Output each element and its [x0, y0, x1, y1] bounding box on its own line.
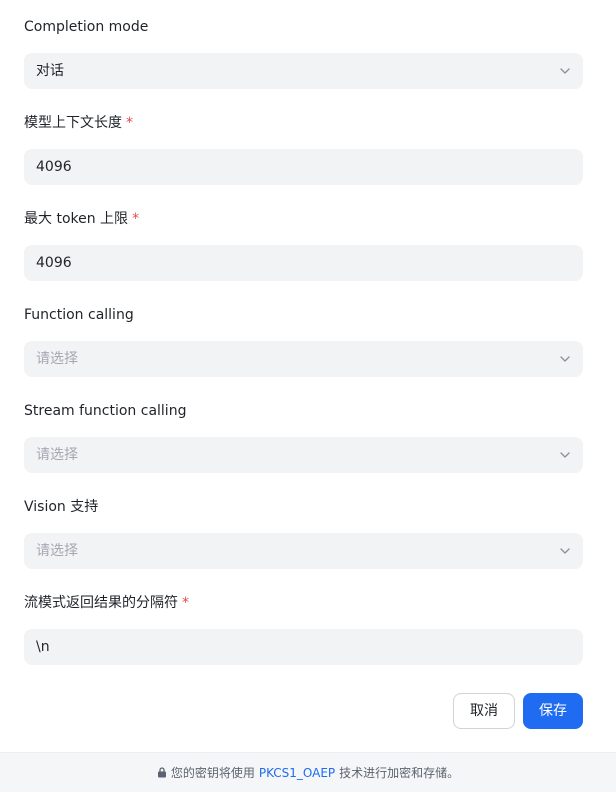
chevron-down-icon: [560, 452, 570, 458]
stream-delimiter-input[interactable]: [36, 629, 571, 665]
max-tokens-input[interactable]: [36, 245, 571, 281]
chevron-down-icon: [560, 68, 570, 74]
completion-mode-field: Completion mode 对话: [24, 17, 583, 89]
stream-function-calling-placeholder: 请选择: [36, 447, 78, 463]
vision-support-label-text: Vision 支持: [24, 499, 99, 515]
stream-function-calling-label: Stream function calling: [24, 401, 583, 421]
context-length-field: 模型上下文长度 *: [24, 113, 583, 185]
vision-support-select[interactable]: 请选择: [24, 533, 583, 569]
stream-function-calling-field: Stream function calling 请选择: [24, 401, 583, 473]
lock-icon: [157, 767, 166, 778]
completion-mode-label: Completion mode: [24, 17, 583, 37]
function-calling-select[interactable]: 请选择: [24, 341, 583, 377]
pkcs-link[interactable]: PKCS1_OAEP: [259, 766, 335, 780]
context-length-input[interactable]: [36, 149, 571, 185]
chevron-down-icon: [560, 356, 570, 362]
function-calling-label-text: Function calling: [24, 307, 134, 323]
required-mark: *: [182, 595, 189, 611]
notice-suffix: 技术进行加密和存储。: [339, 766, 460, 780]
cancel-button[interactable]: 取消: [453, 693, 515, 729]
context-length-label: 模型上下文长度 *: [24, 113, 583, 133]
max-tokens-label: 最大 token 上限 *: [24, 209, 583, 229]
stream-function-calling-label-text: Stream function calling: [24, 403, 187, 419]
chevron-down-icon: [560, 548, 570, 554]
function-calling-label: Function calling: [24, 305, 583, 325]
stream-delimiter-label-text: 流模式返回结果的分隔符: [24, 595, 178, 611]
save-button[interactable]: 保存: [523, 693, 583, 729]
vision-support-placeholder: 请选择: [36, 543, 78, 559]
stream-function-calling-select[interactable]: 请选择: [24, 437, 583, 473]
function-calling-field: Function calling 请选择: [24, 305, 583, 377]
max-tokens-field: 最大 token 上限 *: [24, 209, 583, 281]
required-mark: *: [126, 115, 133, 131]
max-tokens-input-wrapper[interactable]: [24, 245, 583, 281]
vision-support-label: Vision 支持: [24, 497, 583, 517]
stream-delimiter-label: 流模式返回结果的分隔符 *: [24, 593, 583, 613]
encryption-notice: 您的密钥将使用 PKCS1_OAEP 技术进行加密和存储。: [0, 752, 616, 792]
notice-prefix: 您的密钥将使用: [170, 766, 255, 780]
stream-delimiter-input-wrapper[interactable]: [24, 629, 583, 665]
completion-mode-label-text: Completion mode: [24, 19, 149, 35]
context-length-label-text: 模型上下文长度: [24, 115, 122, 131]
max-tokens-label-text: 最大 token 上限: [24, 211, 129, 227]
stream-delimiter-field: 流模式返回结果的分隔符 *: [24, 593, 583, 665]
function-calling-placeholder: 请选择: [36, 351, 78, 367]
completion-mode-value: 对话: [36, 63, 64, 79]
model-config-form: Completion mode 对话 模型上下文长度* 最大 token 上限*…: [0, 0, 616, 752]
form-actions: 取消 保存: [453, 693, 583, 729]
completion-mode-select[interactable]: 对话: [24, 53, 583, 89]
required-mark: *: [132, 211, 140, 227]
context-length-input-wrapper[interactable]: [24, 149, 583, 185]
vision-support-field: Vision 支持 请选择: [24, 497, 583, 569]
